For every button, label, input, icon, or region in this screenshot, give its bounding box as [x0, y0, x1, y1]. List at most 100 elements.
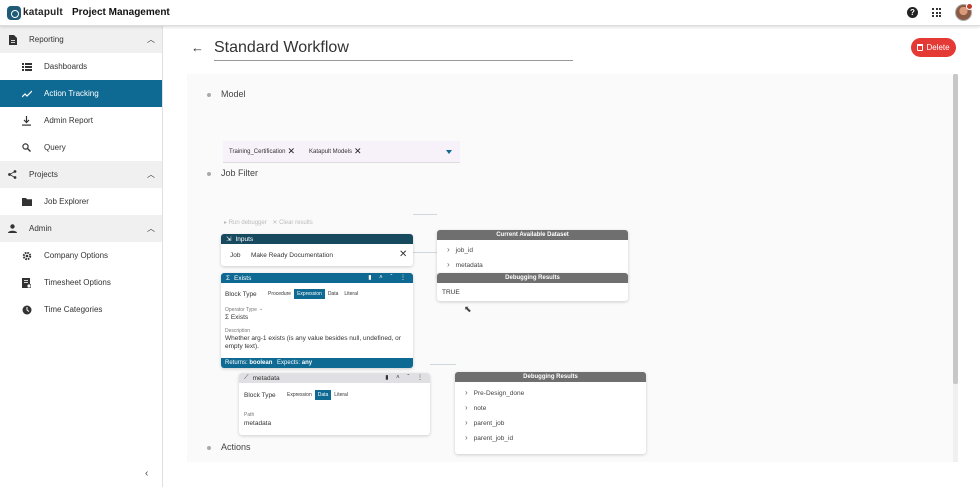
sidebar-item-timesheet-options[interactable]: Timesheet Options [0, 269, 162, 296]
sidebar-section-projects[interactable]: Projects ︿ [0, 161, 162, 188]
debugging-results-header: Debugging Results [437, 273, 628, 283]
vertical-scrollbar[interactable] [953, 74, 958, 462]
dataset-item-metadata[interactable]: metadata [447, 260, 483, 269]
sidebar-item-label: Company Options [44, 251, 109, 260]
play-icon: ▸ [224, 220, 228, 226]
sidebar-item-admin-report[interactable]: Admin Report [0, 107, 162, 134]
sidebar-section-reporting[interactable]: Reporting ︿ [0, 26, 162, 53]
block-type-procedure[interactable]: Procedure [265, 289, 294, 299]
sidebar-section-label: Reporting [29, 35, 64, 44]
returns-label: Returns: [225, 360, 248, 366]
workflow-content: Model Training_Certification ✕ Katapult M… [187, 74, 957, 462]
connector-line [413, 214, 437, 215]
input-icon: ⇲ [226, 236, 232, 243]
katapult-logo-icon [7, 5, 21, 20]
inputs-card-header: ⇲ Inputs [221, 234, 413, 244]
document-icon [9, 34, 17, 45]
sidebar-item-label: Dashboards [44, 62, 88, 71]
block-type-data[interactable]: Data [314, 390, 332, 400]
scrollbar-thumb[interactable] [953, 74, 958, 384]
main-panel: ← Standard Workflow Delete Model Trainin… [163, 26, 980, 487]
sidebar-item-action-tracking[interactable]: Action Tracking [0, 80, 162, 107]
sidebar-item-company-options[interactable]: Company Options [0, 242, 162, 269]
dropdown-arrow-icon[interactable] [446, 150, 452, 154]
list-icon [22, 62, 32, 71]
sidebar-item-label: Action Tracking [44, 89, 99, 98]
chevron-up-icon[interactable]: ︿ [147, 223, 155, 234]
inputs-card: ⇲ Inputs Job Make Ready Documentation ✕ [221, 234, 413, 266]
job-field-value[interactable]: Make Ready Documentation [251, 252, 333, 259]
exists-title: Exists [234, 274, 252, 282]
block-type-expression[interactable]: Expression [284, 390, 315, 400]
clock-icon [22, 305, 32, 314]
clear-icon: ✕ [272, 220, 278, 226]
chip-label: Training_Certification [229, 148, 286, 155]
close-icon[interactable]: ✕ [287, 146, 295, 157]
app-title: Project Management [71, 7, 170, 18]
block-toolbar-icons[interactable]: ▮ ˄ ˆ ⋮ [368, 274, 409, 281]
katapult-logo[interactable]: katapult [7, 5, 63, 20]
chevron-up-icon[interactable]: ︿ [147, 34, 155, 45]
block-type-label: Block Type [244, 392, 276, 399]
sidebar-item-label: Job Explorer [44, 197, 89, 206]
block-type-toggle[interactable]: Procedure Expression Data Literal [265, 289, 361, 299]
debugging-results-title: Debugging Results [505, 275, 560, 281]
debugging-results-card: Debugging Results Pre-Design_done note p… [455, 372, 646, 454]
result-item[interactable]: note [465, 403, 487, 412]
delete-button[interactable]: Delete [911, 38, 956, 57]
person-icon [8, 224, 17, 233]
section-bullet [207, 93, 211, 97]
sidebar-item-time-categories[interactable]: Time Categories [0, 296, 162, 323]
avatar[interactable] [955, 3, 973, 21]
folder-icon [22, 197, 32, 206]
block-type-expression[interactable]: Expression [294, 289, 325, 299]
debugging-results-title: Debugging Results [523, 374, 578, 380]
chevron-down-icon[interactable]: ⌄ [259, 306, 263, 312]
back-arrow-icon[interactable]: ← [191, 40, 204, 55]
block-toolbar-icons[interactable]: ▮ ˄ ˆ ⋮ [385, 374, 426, 381]
exists-card-header: Σ Exists ▮ ˄ ˆ ⋮ [221, 273, 413, 283]
result-item[interactable]: Pre-Design_done [465, 388, 525, 397]
close-icon[interactable]: ✕ [399, 249, 407, 260]
result-item[interactable]: parent_job [465, 418, 505, 427]
chevron-up-icon[interactable]: ︿ [147, 169, 155, 180]
sidebar-item-dashboards[interactable]: Dashboards [0, 53, 162, 80]
apps-grid-icon[interactable] [932, 8, 941, 17]
page-title[interactable]: Standard Workflow [214, 39, 573, 61]
model-select[interactable]: Training_Certification ✕ Katapult Models ✕ [223, 141, 460, 163]
gear-icon [22, 251, 32, 260]
close-icon[interactable]: ✕ [354, 146, 362, 157]
section-bullet [207, 446, 211, 450]
returns-footer: Returns: boolean Expects: any [221, 358, 413, 368]
download-icon [22, 115, 31, 126]
sidebar-item-query[interactable]: Query [0, 134, 162, 161]
clear-results-button[interactable]: Clear results [279, 220, 313, 226]
block-type-literal[interactable]: Literal [331, 390, 351, 400]
top-app-bar: katapult Project Management ? [0, 0, 980, 26]
debugging-results-header: Debugging Results [455, 372, 646, 382]
block-type-toggle[interactable]: Expression Data Literal [284, 390, 351, 400]
sidebar-item-label: Admin Report [44, 116, 93, 125]
operator-type-value[interactable]: Σ Exists [225, 314, 248, 321]
chip-label: Katapult Models [309, 148, 353, 155]
returns-value: boolean [249, 360, 273, 366]
debugger-controls: ▸ Run debugger ✕ Clear results [224, 219, 313, 226]
block-type-literal[interactable]: Literal [341, 289, 361, 299]
result-item[interactable]: parent_job_id [465, 433, 513, 442]
block-type-data[interactable]: Data [325, 289, 342, 299]
run-debugger-button[interactable]: Run debugger [229, 220, 267, 226]
description-label: Description [225, 328, 251, 334]
collapse-sidebar-button[interactable]: ‹ [145, 468, 148, 479]
model-chip: Training_Certification ✕ [229, 146, 295, 157]
share-icon [8, 170, 17, 179]
sidebar-item-job-explorer[interactable]: Job Explorer [0, 188, 162, 215]
model-chip: Katapult Models ✕ [309, 146, 362, 157]
debug-result-value: TRUE [442, 289, 460, 296]
help-icon[interactable]: ? [907, 7, 918, 18]
operator-type-label: Operator Type [225, 307, 257, 313]
connector-line [430, 364, 456, 365]
dataset-item-job-id[interactable]: job_id [447, 245, 473, 254]
path-value[interactable]: metadata [244, 420, 271, 427]
metadata-block-card: ⟋ metadata ▮ ˄ ˆ ⋮ Block Type Expression… [239, 373, 430, 435]
sidebar-section-admin[interactable]: Admin ︿ [0, 215, 162, 242]
